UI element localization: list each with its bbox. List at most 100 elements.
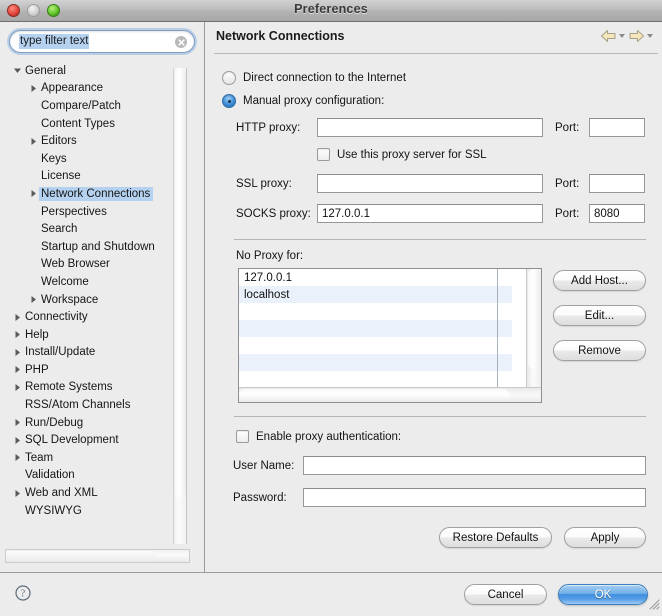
- tree-item-connectivity[interactable]: Connectivity: [5, 308, 185, 326]
- tree-item-team[interactable]: Team: [5, 449, 185, 467]
- chevron-right-icon[interactable]: [11, 449, 23, 466]
- use-proxy-for-ssl-checkbox[interactable]: Use this proxy server for SSL: [317, 148, 487, 161]
- chevron-right-icon[interactable]: [11, 485, 23, 502]
- tree-item-wysiwyg[interactable]: WYSIWYG: [5, 502, 185, 520]
- socks-port-input[interactable]: 8080: [589, 204, 645, 223]
- radio-button-checked-icon[interactable]: [222, 94, 236, 108]
- enable-proxy-auth-checkbox[interactable]: Enable proxy authentication:: [236, 430, 401, 443]
- tree-item-content-types[interactable]: Content Types: [5, 115, 185, 133]
- no-proxy-list-item[interactable]: [239, 303, 512, 320]
- chevron-right-icon[interactable]: [11, 361, 23, 378]
- edit-button[interactable]: Edit...: [553, 305, 646, 326]
- chevron-down-icon[interactable]: [619, 34, 625, 38]
- tree-item-label: Web and XML: [25, 487, 98, 500]
- add-host-button[interactable]: Add Host...: [553, 270, 646, 291]
- tree-item-label: Welcome: [41, 275, 89, 288]
- tree-item-appearance[interactable]: Appearance: [5, 80, 185, 98]
- radio-manual-proxy-label: Manual proxy configuration:: [243, 95, 385, 107]
- clear-icon[interactable]: [175, 36, 187, 48]
- tree-item-remote-systems[interactable]: Remote Systems: [5, 379, 185, 397]
- scrollbar-thumb[interactable]: [528, 269, 540, 369]
- apply-button[interactable]: Apply: [564, 527, 646, 548]
- no-proxy-list-item[interactable]: localhost: [239, 286, 512, 303]
- tree-item-help[interactable]: Help: [5, 326, 185, 344]
- tree-item-sql-development[interactable]: SQL Development: [5, 431, 185, 449]
- ssl-proxy-input[interactable]: [317, 174, 543, 193]
- checkbox-unchecked-icon[interactable]: [317, 148, 330, 161]
- list-vertical-scrollbar[interactable]: [526, 269, 541, 387]
- tree-item-rss-atom-channels[interactable]: RSS/Atom Channels: [5, 396, 185, 414]
- tree-item-php[interactable]: PHP: [5, 361, 185, 379]
- ssl-port-input[interactable]: [589, 174, 645, 193]
- no-proxy-list-item[interactable]: [239, 371, 512, 388]
- tree-item-compare-patch[interactable]: Compare/Patch: [5, 97, 185, 115]
- tree-item-workspace[interactable]: Workspace: [5, 291, 185, 309]
- chevron-right-icon[interactable]: [11, 326, 23, 343]
- tree-item-keys[interactable]: Keys: [5, 150, 185, 168]
- socks-proxy-label: SOCKS proxy:: [236, 208, 311, 220]
- tree-item-perspectives[interactable]: Perspectives: [5, 203, 185, 221]
- password-input[interactable]: [303, 488, 646, 507]
- help-icon[interactable]: ?: [15, 585, 31, 606]
- http-port-input[interactable]: [589, 118, 645, 137]
- tree-item-general[interactable]: General: [5, 62, 185, 80]
- no-proxy-list[interactable]: 127.0.0.1 localhost: [238, 268, 542, 403]
- chevron-right-icon[interactable]: [11, 414, 23, 431]
- chevron-down-icon[interactable]: [11, 62, 23, 79]
- user-name-input[interactable]: [303, 456, 646, 475]
- tree-item-label: Startup and Shutdown: [41, 240, 155, 253]
- tree-item-search[interactable]: Search: [5, 220, 185, 238]
- chevron-right-icon[interactable]: [27, 133, 39, 150]
- chevron-right-icon[interactable]: [27, 80, 39, 97]
- chevron-right-icon[interactable]: [11, 432, 23, 449]
- resize-grip-icon[interactable]: [646, 596, 660, 615]
- no-proxy-list-item[interactable]: 127.0.0.1: [239, 269, 512, 286]
- chevron-right-icon[interactable]: [11, 344, 23, 361]
- no-proxy-list-item[interactable]: [239, 354, 512, 371]
- remove-button[interactable]: Remove: [553, 340, 646, 361]
- no-proxy-list-rows[interactable]: 127.0.0.1 localhost: [239, 269, 512, 402]
- restore-defaults-button[interactable]: Restore Defaults: [439, 527, 552, 548]
- tree-item-validation[interactable]: Validation: [5, 467, 185, 485]
- use-proxy-for-ssl-label: Use this proxy server for SSL: [337, 148, 487, 161]
- tree-item-label: General: [25, 64, 66, 77]
- sidebar-vertical-scrollbar[interactable]: [173, 68, 187, 544]
- sidebar-horizontal-scrollbar[interactable]: [5, 549, 190, 563]
- chevron-down-icon[interactable]: [647, 34, 653, 38]
- chevron-right-icon[interactable]: [27, 291, 39, 308]
- http-proxy-input[interactable]: [317, 118, 543, 137]
- forward-button[interactable]: [628, 29, 653, 43]
- radio-direct-connection[interactable]: Direct connection to the Internet: [222, 71, 406, 85]
- tree-item-startup-and-shutdown[interactable]: Startup and Shutdown: [5, 238, 185, 256]
- tree-item-network-connections[interactable]: Network Connections: [5, 185, 185, 203]
- no-proxy-list-item[interactable]: [239, 337, 512, 354]
- radio-manual-proxy[interactable]: Manual proxy configuration:: [222, 94, 384, 108]
- socks-proxy-value: 127.0.0.1: [322, 207, 370, 220]
- back-button[interactable]: [600, 29, 625, 43]
- tree-item-run-debug[interactable]: Run/Debug: [5, 414, 185, 432]
- tree-item-install-update[interactable]: Install/Update: [5, 344, 185, 362]
- list-horizontal-scrollbar[interactable]: [239, 387, 541, 402]
- tree-item-license[interactable]: License: [5, 168, 185, 186]
- tree-item-label: Workspace: [41, 293, 99, 306]
- chevron-right-icon[interactable]: [27, 185, 39, 202]
- chevron-right-icon[interactable]: [11, 309, 23, 326]
- tree-item-editors[interactable]: Editors: [5, 132, 185, 150]
- chevron-right-icon[interactable]: [11, 379, 23, 396]
- scrollbar-thumb[interactable]: [6, 551, 156, 561]
- preferences-tree[interactable]: General Appearance Compare/Patch Content Ty…: [5, 62, 185, 549]
- checkbox-unchecked-icon[interactable]: [236, 430, 249, 443]
- tree-item-web-and-xml[interactable]: Web and XML: [5, 484, 185, 502]
- scrollbar-thumb[interactable]: [239, 389, 509, 401]
- radio-button-unchecked-icon[interactable]: [222, 71, 236, 85]
- tree-item-web-browser[interactable]: Web Browser: [5, 256, 185, 274]
- tree-item-welcome[interactable]: Welcome: [5, 273, 185, 291]
- scrollbar-thumb[interactable]: [175, 68, 186, 498]
- ok-button[interactable]: OK: [558, 584, 648, 605]
- cancel-button[interactable]: Cancel: [464, 584, 547, 605]
- socks-proxy-input[interactable]: 127.0.0.1: [317, 204, 543, 223]
- no-proxy-list-item[interactable]: [239, 320, 512, 337]
